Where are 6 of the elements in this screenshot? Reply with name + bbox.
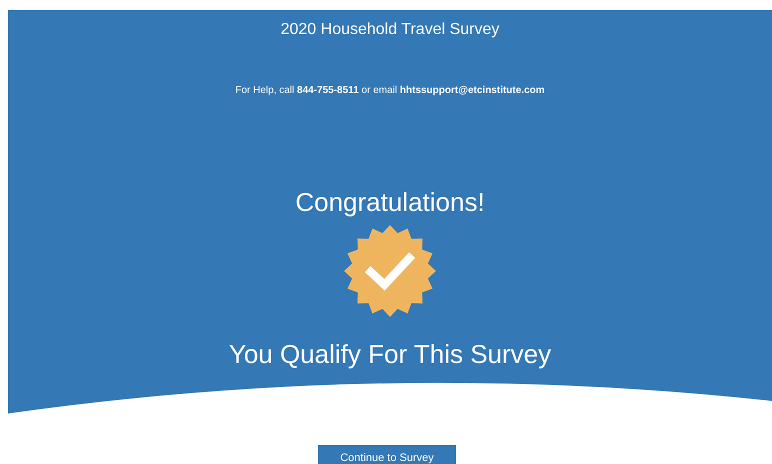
continue-button[interactable]: Continue to Survey [318,445,456,464]
qualify-message: You Qualify For This Survey [228,339,552,369]
help-text: For Help, call 844-755-8511 or email hhtssupport@etcinstitute.com [235,85,545,97]
congratulations-heading: Congratulations! [295,187,485,217]
survey-title: 2020 Household Travel Survey [280,20,500,40]
check-badge-icon [344,225,436,317]
